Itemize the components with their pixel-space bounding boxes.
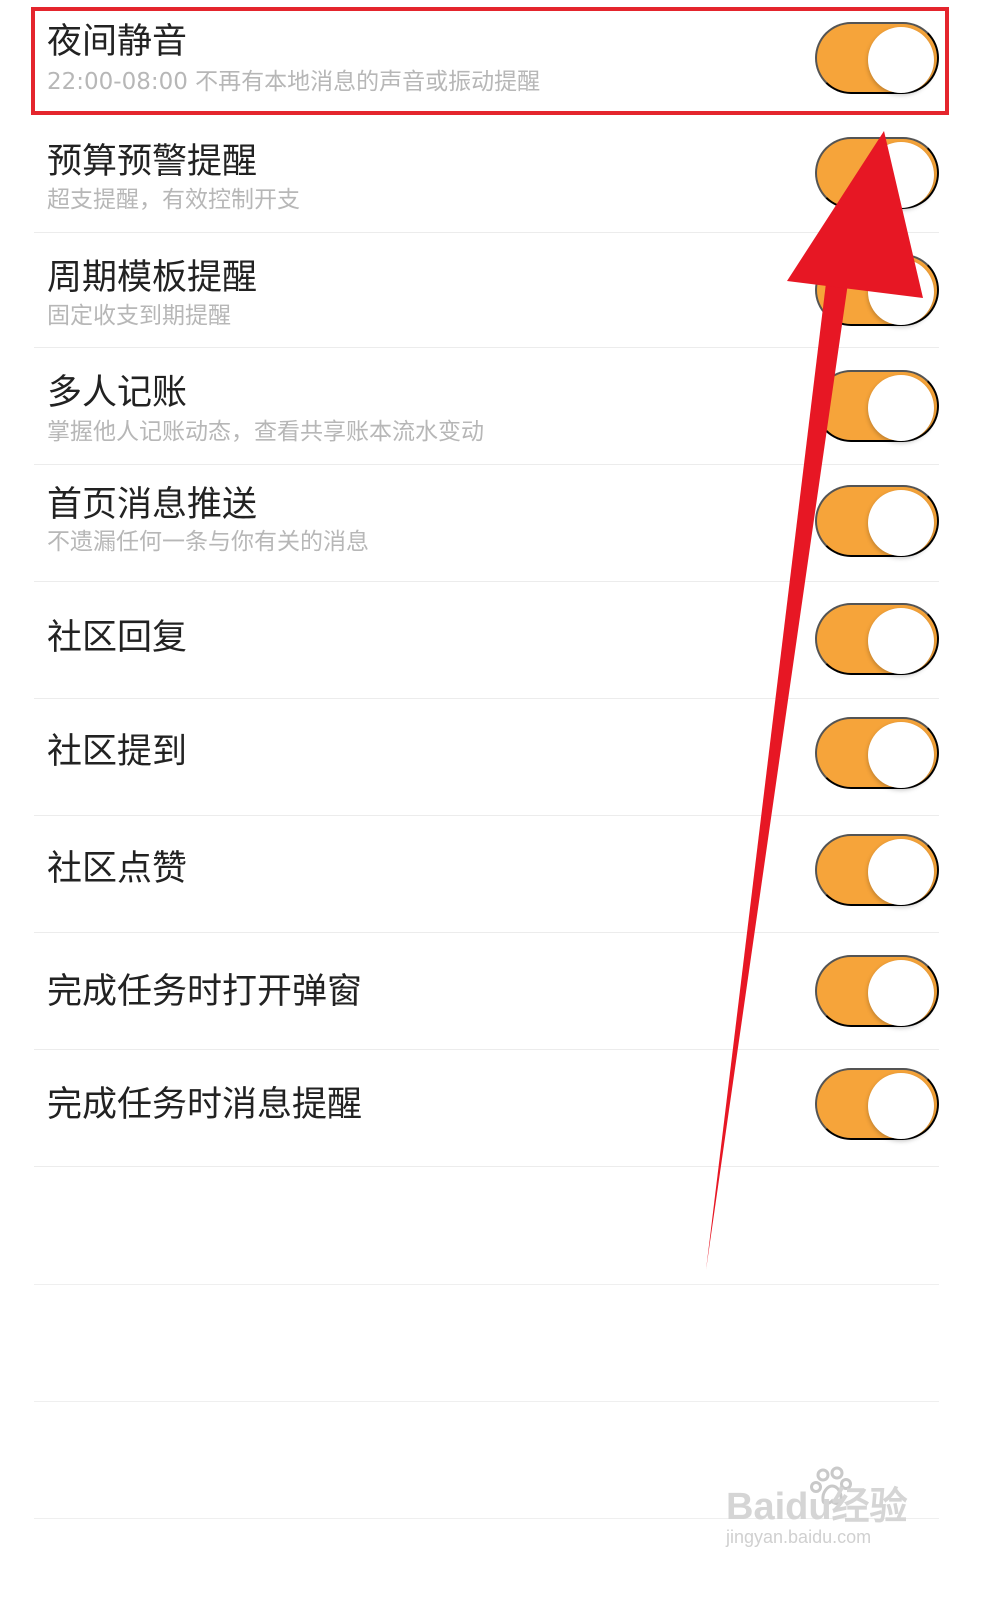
setting-title: 完成任务时打开弹窗 [47,972,363,1012]
empty-list-row [34,1167,939,1285]
setting-title: 多人记账 [47,373,188,413]
notification-settings-list: 夜间静音 22:00-08:00 不再有本地消息的声音或振动提醒 预算预警提醒 … [0,0,987,1600]
community-reply-toggle[interactable] [815,603,939,675]
community-mention-toggle[interactable] [815,717,939,789]
setting-row-community-like: 社区点赞 [34,816,939,933]
task-popup-toggle[interactable] [815,955,939,1027]
toggle-knob [868,375,934,441]
empty-list-row [34,1401,939,1519]
toggle-knob [868,490,934,556]
setting-row-recurring-template: 周期模板提醒 固定收支到期提醒 [34,233,939,348]
setting-subtitle: 22:00-08:00 不再有本地消息的声音或振动提醒 [47,69,541,95]
setting-title: 社区提到 [47,732,188,772]
toggle-knob [868,608,934,674]
setting-row-community-reply: 社区回复 [34,582,939,699]
setting-title: 夜间静音 [47,22,188,62]
toggle-knob [868,259,934,325]
setting-title: 社区点赞 [47,849,188,889]
toggle-knob [868,27,934,93]
toggle-knob [868,960,934,1026]
setting-subtitle: 超支提醒，有效控制开支 [47,187,300,213]
night-mute-toggle[interactable] [815,22,939,94]
community-like-toggle[interactable] [815,834,939,906]
setting-title: 首页消息推送 [47,485,258,525]
recurring-template-toggle[interactable] [815,254,939,326]
toggle-knob [868,839,934,905]
setting-subtitle: 固定收支到期提醒 [47,303,231,329]
setting-title: 社区回复 [47,618,188,658]
setting-row-task-message: 完成任务时消息提醒 [34,1050,939,1167]
setting-subtitle: 掌握他人记账动态，查看共享账本流水变动 [47,419,484,445]
toggle-knob [868,722,934,788]
toggle-knob [868,1073,934,1139]
empty-list-row [34,1284,939,1402]
task-message-toggle[interactable] [815,1068,939,1140]
shared-bookkeeping-toggle[interactable] [815,370,939,442]
setting-row-budget-alert: 预算预警提醒 超支提醒，有效控制开支 [34,115,939,233]
setting-title: 完成任务时消息提醒 [47,1085,363,1125]
setting-row-community-mention: 社区提到 [34,699,939,816]
setting-row-shared-bookkeeping: 多人记账 掌握他人记账动态，查看共享账本流水变动 [34,348,939,465]
toggle-knob [868,142,934,208]
setting-title: 周期模板提醒 [47,258,258,298]
setting-title: 预算预警提醒 [47,142,258,182]
budget-alert-toggle[interactable] [815,137,939,209]
setting-row-task-popup: 完成任务时打开弹窗 [34,933,939,1050]
setting-row-home-push: 首页消息推送 不遗漏任何一条与你有关的消息 [34,465,939,582]
setting-subtitle: 不遗漏任何一条与你有关的消息 [47,529,369,555]
home-push-toggle[interactable] [815,485,939,557]
setting-row-night-mute: 夜间静音 22:00-08:00 不再有本地消息的声音或振动提醒 [34,0,939,115]
